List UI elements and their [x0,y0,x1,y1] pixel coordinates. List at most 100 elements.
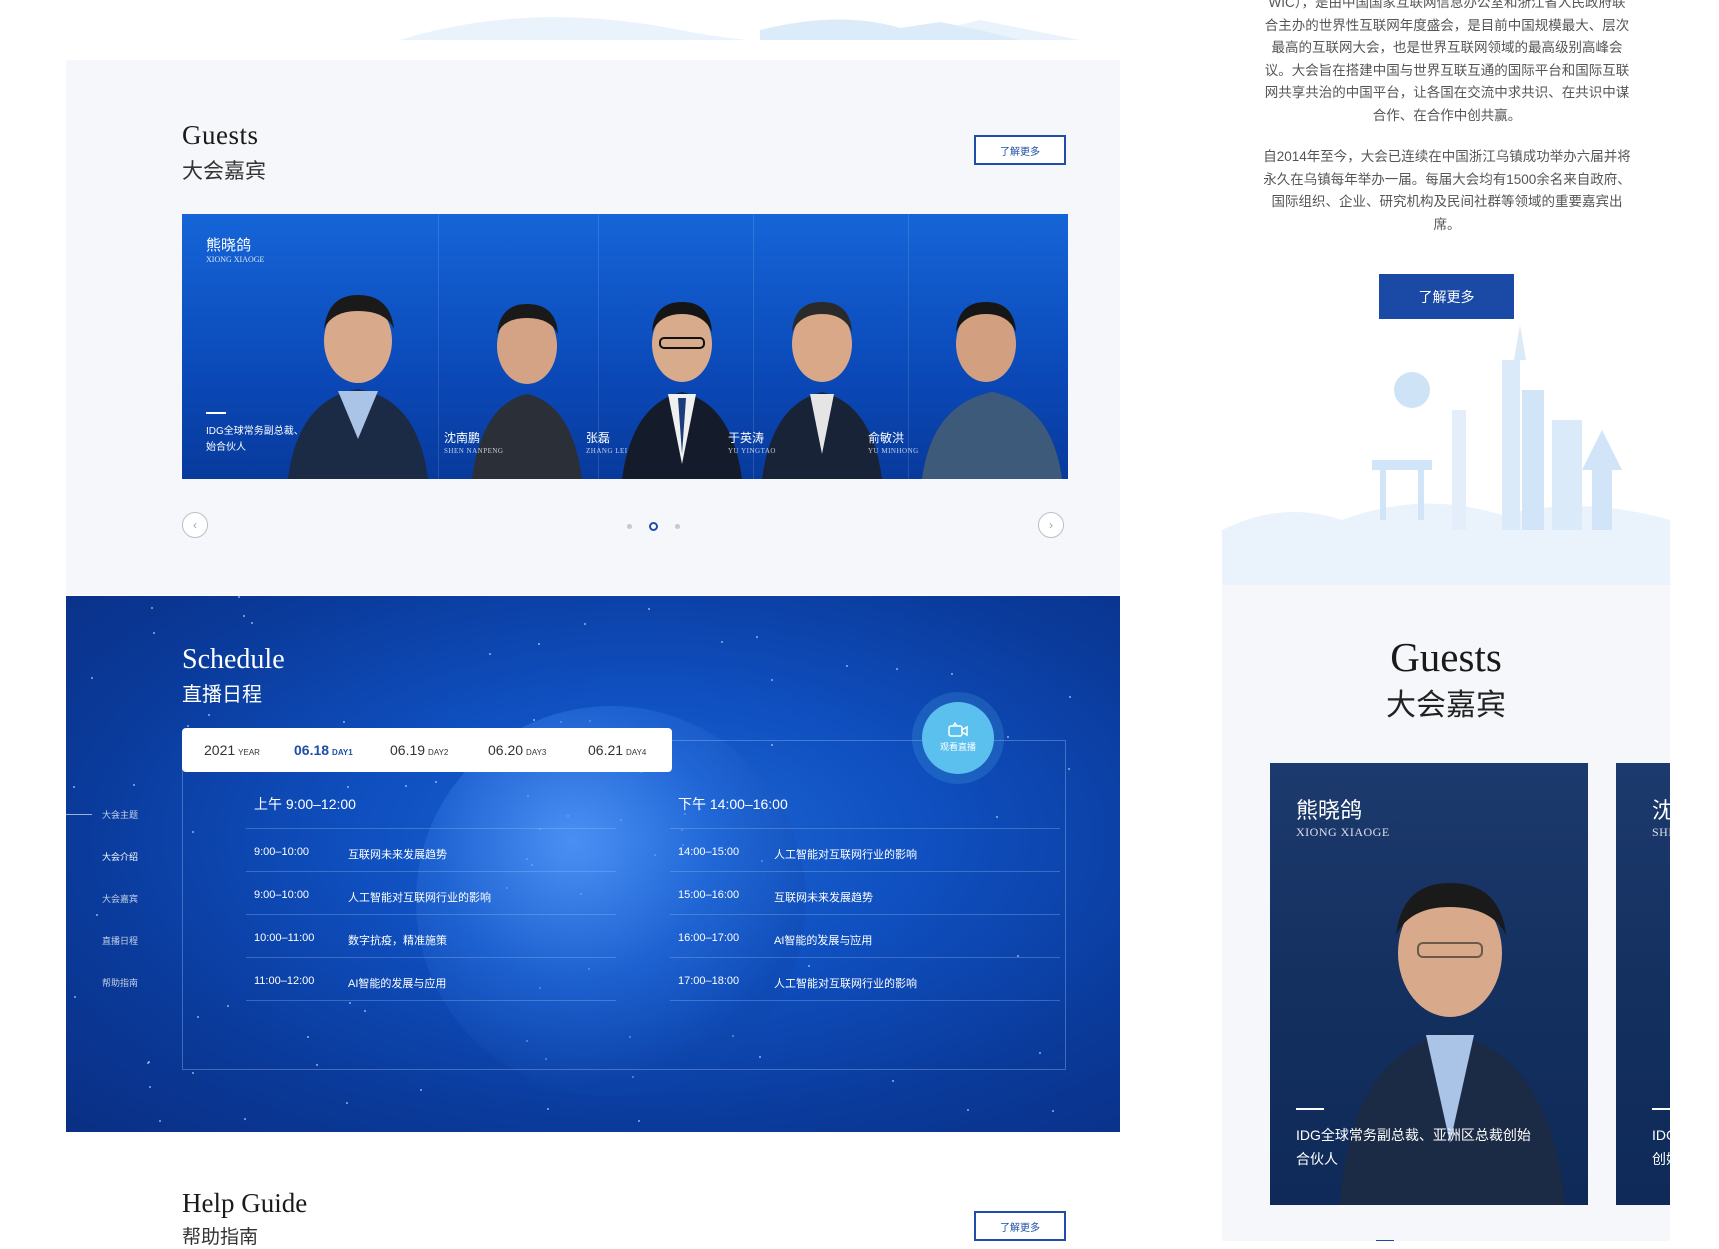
row-divider [670,957,1060,958]
star [149,1086,151,1088]
row-divider [670,828,1060,829]
guests-banner: 熊晓鸽 XIONG XIAOGE IDG全球常务副总裁、亚洲区总裁、创始合伙人 [182,214,1068,479]
date-tab[interactable]: 06.18 DAY1 [294,742,353,758]
watch-live-button[interactable]: 观看直播 [922,702,994,774]
date-tab-main: 06.19 [390,742,426,758]
schedule-topic[interactable]: 人工智能对互联网行业的影响 [348,889,491,905]
guest-portrait[interactable] [922,264,1062,479]
date-tab[interactable]: 06.20 DAY3 [488,742,546,758]
guests-more-button[interactable]: 了解更多 [974,135,1066,165]
morning-label: 上午 9:00–12:00 [254,796,356,812]
carousel-prev-button[interactable]: ‹ [182,512,208,538]
row-divider [246,871,616,872]
star [638,1120,640,1122]
guest-portrait[interactable] [622,264,742,479]
date-tab-sub: DAY4 [626,748,647,757]
help-title-cn: 帮助指南 [182,1227,259,1248]
schedule-topic[interactable]: AI智能的发展与应用 [348,975,446,991]
side-nav-item[interactable]: 直播日程 [102,934,138,947]
star [243,615,245,617]
schedule-topic[interactable]: 互联网未来发展趋势 [774,889,873,905]
schedule-time: 9:00–10:00 [254,889,310,901]
star [538,643,540,645]
star [238,596,240,598]
date-tab-main: 06.20 [488,742,524,758]
star [251,622,253,624]
intro-paragraph-1: WIC），是由中国国家互联网信息办公室和浙江省人民政府联合主办的世界性互联网年度… [1264,0,1630,123]
divider [206,412,226,414]
guest-portrait[interactable] [762,264,882,479]
guest-name: 俞敏洪 [868,431,905,445]
star [892,1080,894,1082]
header-city-decoration [400,17,1080,40]
guest-pinyin: ZHANG LEI [586,447,628,455]
star [1007,736,1009,738]
carousel-dot[interactable] [674,523,680,529]
star [584,623,586,625]
row-divider [246,828,616,829]
guest-name: 于英涛 [728,431,765,445]
row-divider [246,1000,616,1001]
star [721,641,723,643]
schedule-title-en: Schedule [182,644,285,675]
schedule-section: Schedule 直播日程 大会主题 大会介绍 大会嘉宾 直播日程 帮助指南 2021 Y… [66,596,1120,1132]
side-nav-item[interactable]: 大会嘉宾 [102,892,138,905]
lead-guest-name: 熊晓鸽 [206,237,252,254]
row-divider [670,914,1060,915]
help-more-button[interactable]: 了解更多 [974,1211,1066,1241]
guest-pinyin: SHEN NANPENG [444,447,504,455]
schedule-topic[interactable]: 数字抗疫，精准施策 [348,932,447,948]
star [1068,768,1070,770]
mobile-more-button[interactable]: 了解更多 [1379,274,1514,319]
mobile-guests-title-en: Guests [1390,634,1502,680]
lead-guest-pinyin: XIONG XIAOGE [206,255,265,264]
row-divider [246,914,616,915]
city-skyline-illustration [1222,320,1670,585]
mobile-guest-description: IDG全球常务副总裁、亚洲区总裁创始合伙人 [1296,1127,1531,1167]
date-tab[interactable]: 06.21 DAY4 [588,742,646,758]
side-nav-item[interactable]: 大会主题 [102,808,138,821]
star [208,714,210,716]
row-divider [246,957,616,958]
guest-portrait[interactable] [278,259,438,479]
mobile-guests-title-cn: 大会嘉宾 [1386,689,1506,722]
date-tab-sub: DAY2 [428,748,449,757]
row-divider [670,871,1060,872]
schedule-topic[interactable]: 互联网未来发展趋势 [348,846,447,862]
star [420,1089,422,1091]
intro-paragraph-2: 自2014年至今，大会已连续在中国浙江乌镇成功举办六届并将永久在乌镇每年举办一届… [1263,149,1631,232]
carousel-dot[interactable] [648,521,658,531]
mobile-guest-card[interactable]: 熊晓鸽 XIONG XIAOGE IDG全球常务副总裁、亚洲区总裁创始合伙人 [1270,763,1588,1205]
carousel-dot[interactable] [626,523,632,529]
row-divider [670,1000,1060,1001]
schedule-time: 17:00–18:00 [678,975,740,987]
schedule-topic[interactable]: 人工智能对互联网行业的影响 [774,846,917,862]
guest-pinyin: YU YINGTAO [728,447,776,455]
guest-name: 张磊 [586,431,611,445]
date-tab-main: 06.18 [294,742,330,758]
date-tab[interactable]: 06.19 DAY2 [390,742,448,758]
mobile-intro-section: WIC），是由中国国家互联网信息办公室和浙江省人民政府联合主办的世界性互联网年度… [1222,0,1670,585]
mobile-guest-card-next[interactable]: 沈 SHE IDG 创始 [1616,763,1670,1205]
star [159,1120,161,1122]
schedule-time: 14:00–15:00 [678,846,740,858]
side-nav-item[interactable]: 帮助指南 [102,976,138,989]
star [73,786,75,788]
side-nav-active-line [66,814,92,815]
date-tab-sub: DAY3 [526,748,547,757]
chevron-left-icon: ‹ [193,518,197,532]
schedule-topic[interactable]: AI智能的发展与应用 [774,932,872,948]
star [147,1062,149,1064]
mobile-guest-pinyin: XIONG XIAOGE [1296,825,1390,839]
schedule-topic[interactable]: 人工智能对互联网行业的影响 [774,975,917,991]
guests-title-cn: 大会嘉宾 [182,159,266,183]
date-tab[interactable]: 2021 YEAR [204,742,260,758]
carousel-next-button[interactable]: › [1038,512,1064,538]
star [187,725,189,727]
star [1069,696,1071,698]
watch-live-label: 观看直播 [939,742,976,752]
side-nav-item[interactable]: 大会介绍 [102,850,138,863]
star [489,653,491,655]
star [91,677,93,679]
mobile-guest-description: IDG 创始 [1652,1127,1670,1167]
